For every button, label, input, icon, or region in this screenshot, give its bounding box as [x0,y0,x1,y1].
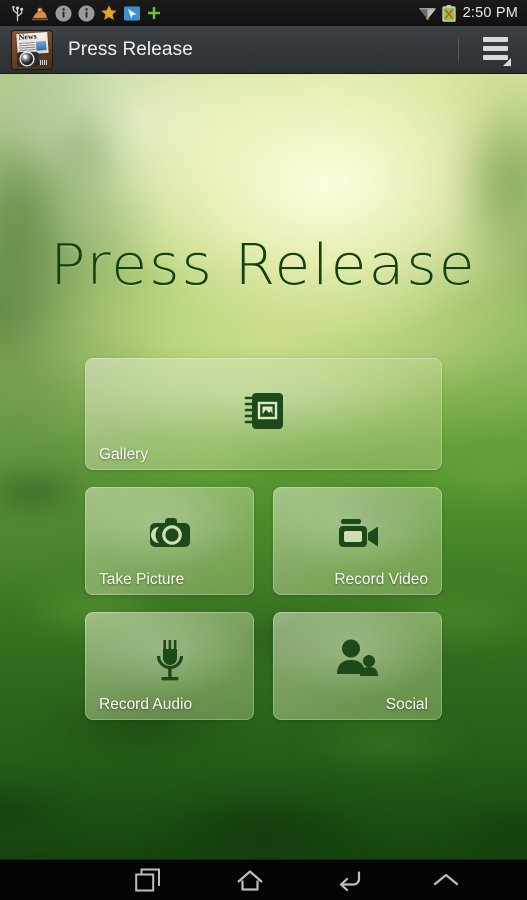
info-icon-1 [55,5,72,21]
microphone-icon-wrap [85,638,254,684]
overflow-menu-icon[interactable] [481,34,511,66]
tile-record-video[interactable]: Record Video [273,487,442,595]
press-release-app-icon: News [12,30,52,69]
plus-icon [148,7,160,19]
tile-take-picture[interactable]: Take Picture [85,487,254,595]
status-bar-left-icons [0,5,418,22]
expand-button[interactable] [400,860,492,900]
wallpaper-trees-left [0,74,270,384]
people-icon [336,639,378,676]
camera-icon-wrap [85,513,254,553]
microphone-icon [156,640,183,681]
action-bar: News Press Release [0,26,527,74]
tile-row-2: Record Audio Social [85,612,442,720]
gallery-icon-wrap [85,388,442,434]
video-icon-wrap [273,513,442,553]
adb-debug-icon [32,7,48,20]
action-bar-divider [458,34,459,65]
status-bar-right: 2:50 PM [418,4,527,22]
video-camera-icon [338,519,378,547]
camera-lens-graphic [21,52,33,65]
menu-bar-1 [483,36,508,42]
tile-social-label: Social [385,696,428,713]
battery-icon [441,4,456,22]
photo-album-icon [244,393,283,429]
tile-record-audio-label: Record Audio [99,696,193,713]
tile-record-video-label: Record Video [334,571,428,588]
wifi-icon [418,8,436,20]
social-icon-wrap [273,638,442,682]
app-screen: 2:50 PM News Press Release Press Release… [0,0,527,900]
tile-social[interactable]: Social [273,612,442,720]
home-icon [237,870,263,891]
star-icon [101,5,117,21]
navigation-bar [0,859,527,900]
usb-icon [12,5,24,21]
menu-dropdown-triangle [503,57,511,66]
wallpaper-trees-right [377,74,527,364]
back-button[interactable] [300,860,400,900]
tile-gallery-label: Gallery [99,446,149,463]
tile-record-audio[interactable]: Record Audio [85,612,254,720]
recents-button[interactable] [100,860,200,900]
status-bar-clock: 2:50 PM [462,5,518,21]
chevron-up-icon [433,873,459,886]
back-icon [339,871,361,892]
pointer-icon [124,6,140,20]
recents-icon [135,868,160,892]
newspaper-text-lines [18,41,36,53]
tile-grid: Gallery Take Picture Record Video Record… [85,358,442,737]
tile-row-1: Take Picture Record Video [85,487,442,595]
tile-gallery[interactable]: Gallery [85,358,442,470]
status-bar: 2:50 PM [0,0,527,26]
info-icon-2 [78,5,95,21]
tile-take-picture-label: Take Picture [99,571,185,588]
app-title: Press Release [68,38,193,60]
camera-flash-graphic [40,59,47,65]
newspaper-photo [35,40,47,51]
newspaper-masthead: News [18,31,38,42]
menu-bar-2 [483,45,508,51]
home-button[interactable] [200,860,300,900]
camera-icon [149,518,190,547]
